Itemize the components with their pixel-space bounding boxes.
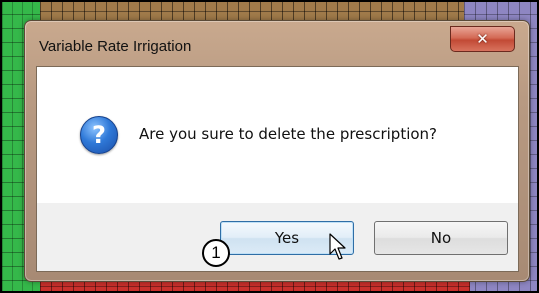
close-icon: ✕ bbox=[476, 30, 489, 48]
message-area: ? Are you sure to delete the prescriptio… bbox=[37, 67, 518, 203]
window-title: Variable Rate Irrigation bbox=[39, 38, 192, 55]
yes-button-label: Yes bbox=[274, 229, 300, 247]
question-icon: ? bbox=[80, 116, 118, 154]
no-button-label: No bbox=[430, 229, 452, 247]
dialog-client-area: ? Are you sure to delete the prescriptio… bbox=[36, 66, 519, 272]
step-number-badge: 1 bbox=[202, 239, 230, 267]
screenshot-frame: Variable Rate Irrigation ✕ ? Are you sur… bbox=[0, 0, 539, 293]
mouse-pointer-icon bbox=[329, 233, 346, 260]
step-number: 1 bbox=[211, 243, 221, 262]
dialog-message: Are you sure to delete the prescription? bbox=[139, 125, 438, 143]
close-button[interactable]: ✕ bbox=[450, 26, 515, 52]
question-mark-glyph: ? bbox=[92, 121, 106, 149]
dialog-window: Variable Rate Irrigation ✕ ? Are you sur… bbox=[24, 20, 530, 282]
no-button[interactable]: No bbox=[374, 221, 508, 255]
